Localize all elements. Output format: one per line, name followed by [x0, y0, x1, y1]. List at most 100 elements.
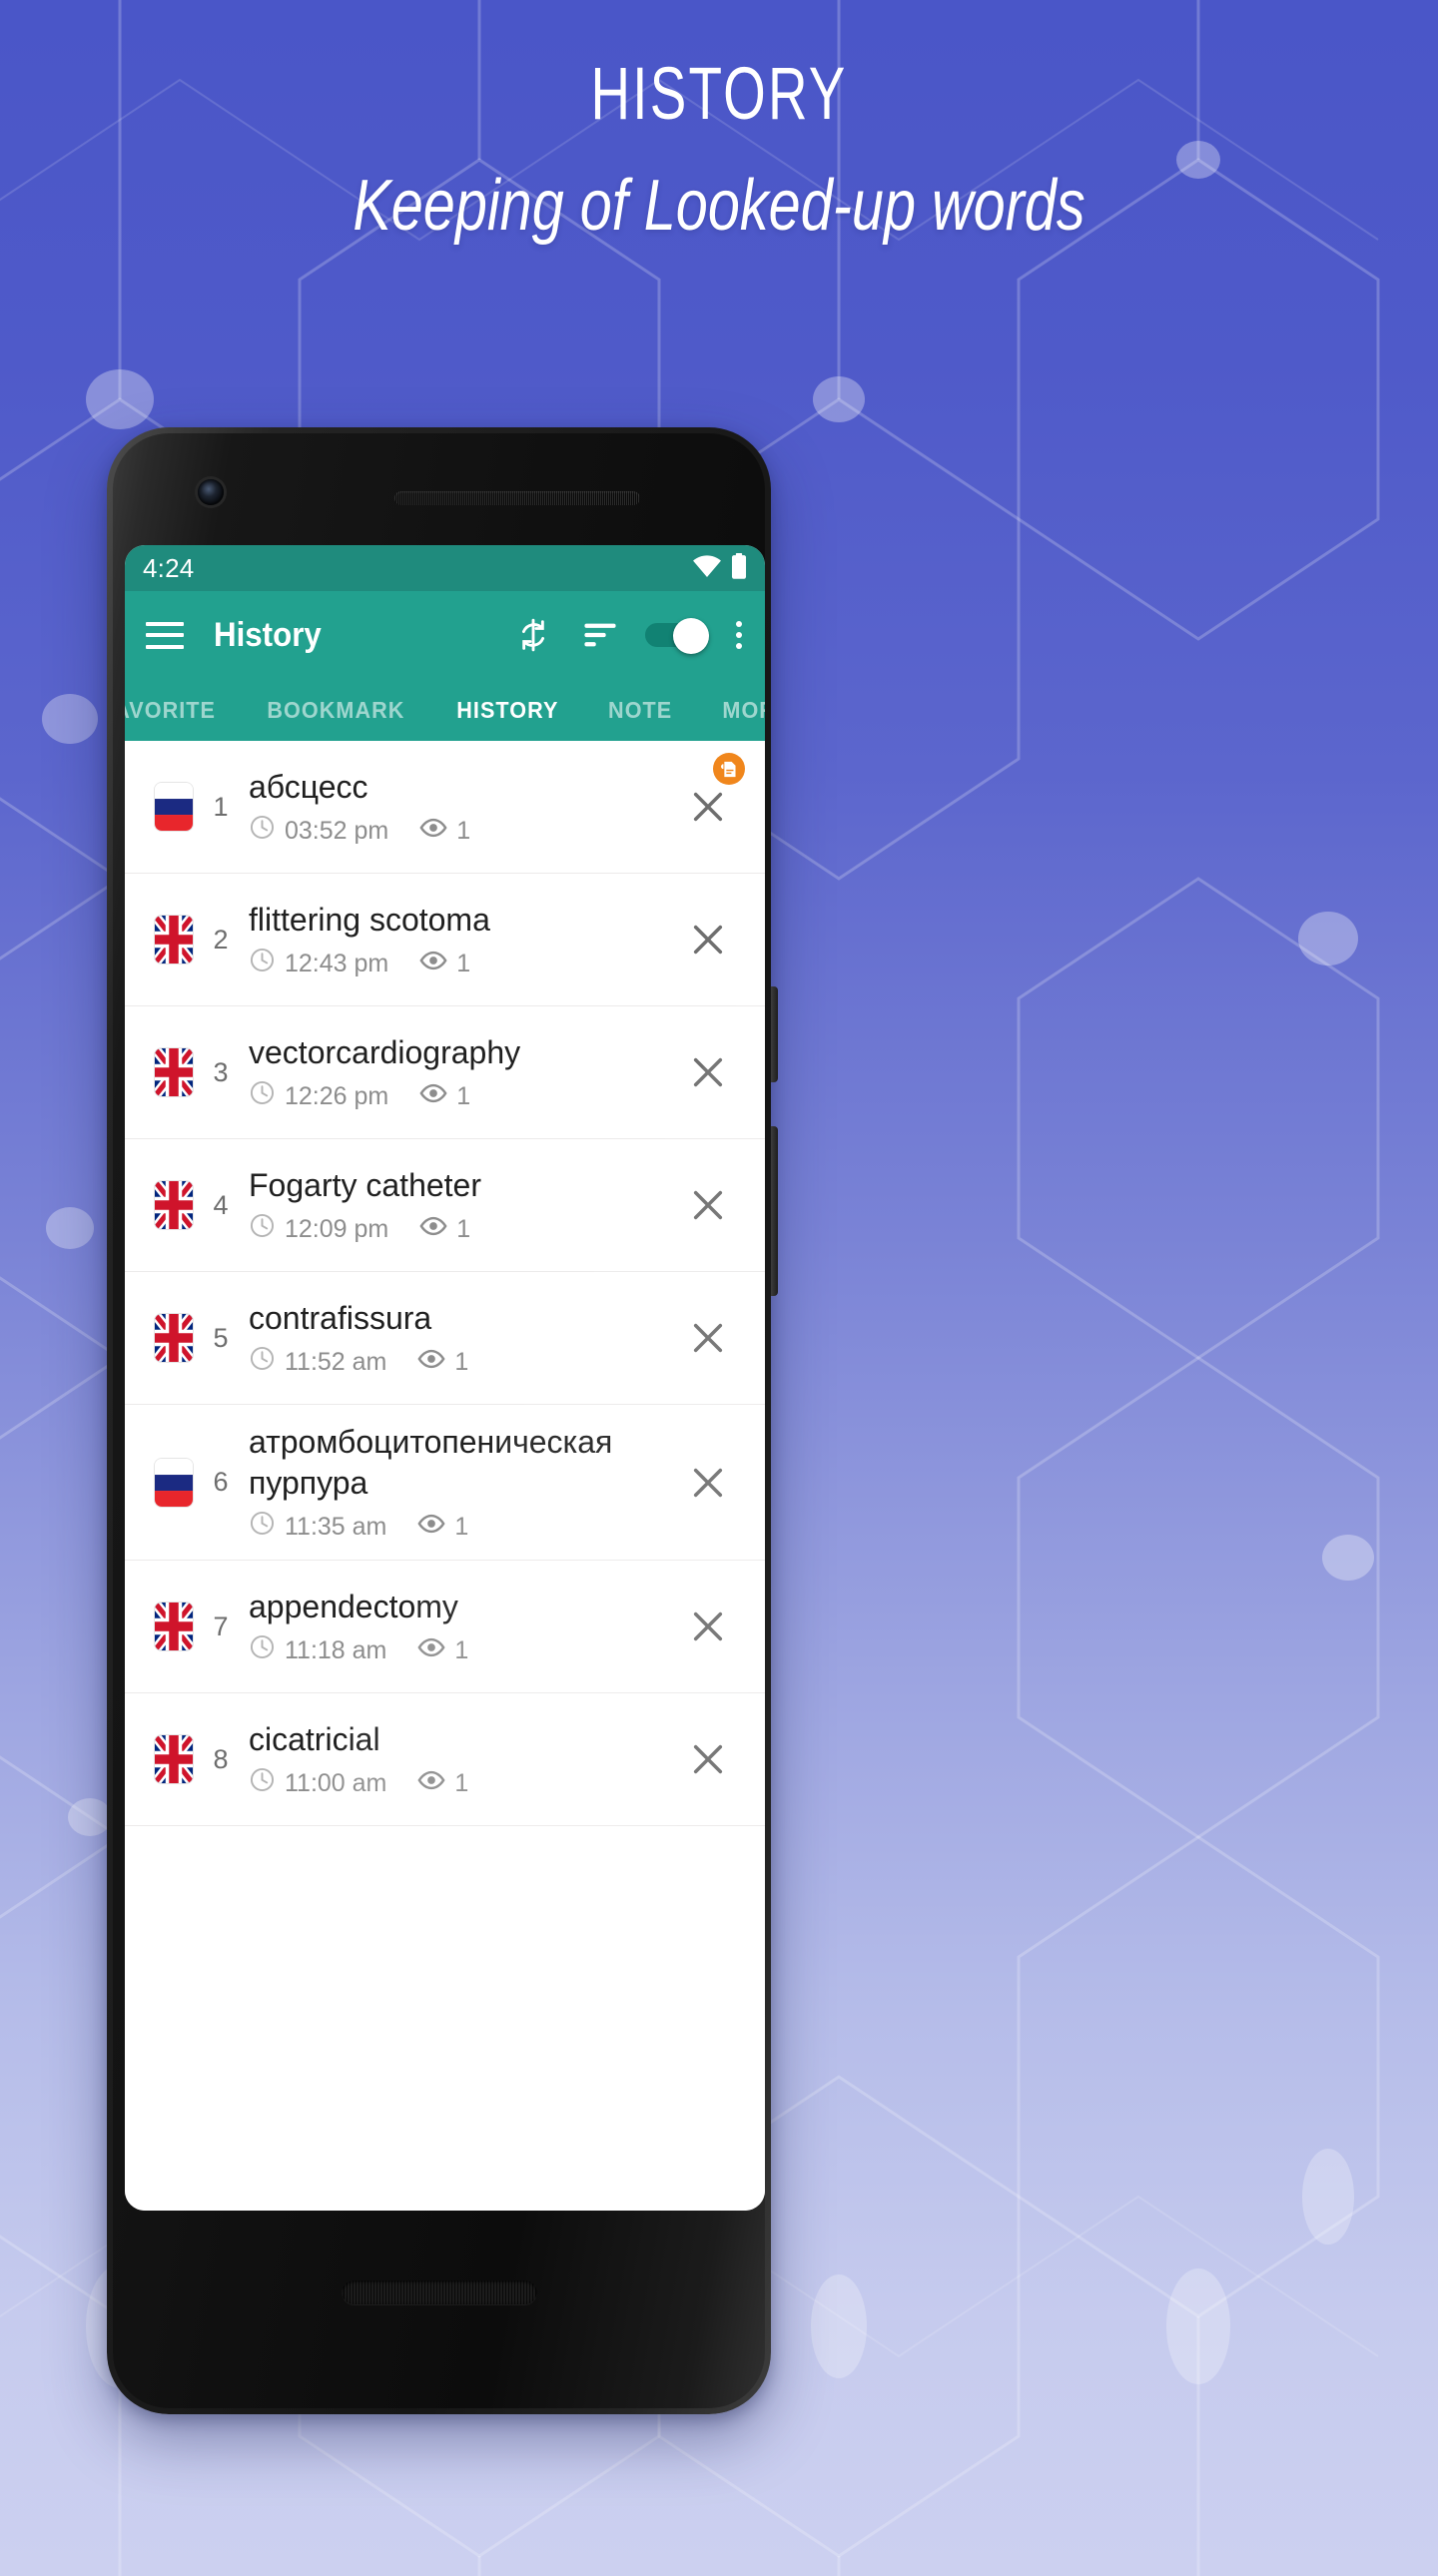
- tab-favorite[interactable]: AVORITE: [125, 697, 237, 724]
- delete-row-button[interactable]: [677, 1596, 739, 1657]
- row-meta: 12:43 pm 1: [249, 947, 677, 980]
- row-time: 11:18 am: [285, 1635, 387, 1664]
- row-meta: 11:35 am 1: [249, 1510, 677, 1544]
- row-index: 6: [213, 1467, 229, 1497]
- eye-views-icon: [417, 1633, 445, 1667]
- hamburger-menu-icon[interactable]: [146, 621, 184, 649]
- uk-flag: [155, 1181, 193, 1229]
- power-button[interactable]: [771, 986, 778, 1082]
- row-meta: 03:52 pm 1: [249, 814, 677, 848]
- clock-icon: [249, 1079, 276, 1112]
- history-list: 1 абсцесс 03:52 pm 1 2 flittering scotoma …: [125, 741, 765, 2211]
- delete-row-button[interactable]: [677, 1041, 739, 1103]
- earpiece-speaker: [394, 491, 640, 505]
- eye-views-icon: [419, 814, 447, 848]
- delete-row-button[interactable]: [677, 909, 739, 970]
- uk-flag: [155, 1048, 193, 1096]
- row-view-count: 1: [454, 1768, 469, 1797]
- delete-row-button[interactable]: [677, 1728, 739, 1790]
- eye-views-icon: [419, 1079, 447, 1113]
- app-bar-title: History: [214, 615, 322, 654]
- russia-flag: [155, 1458, 193, 1507]
- delete-row-button[interactable]: [677, 1452, 739, 1514]
- app-bar: History: [125, 591, 765, 679]
- table-row[interactable]: 8 cicatricial 11:00 am 1: [125, 1693, 765, 1826]
- phone-mockup: 4:24 History VORITE BOOKMARK HISTORY NOT…: [107, 427, 778, 2414]
- phone-screen: 4:24 History VORITE BOOKMARK HISTORY NOT…: [125, 545, 765, 2211]
- row-meta: 11:52 am 1: [249, 1345, 677, 1379]
- tab-more-apps[interactable]: MORE APPS: [702, 697, 765, 724]
- table-row[interactable]: 6 атромбоцитопеническая пурпура 11:35 am …: [125, 1405, 765, 1561]
- russia-flag: [155, 783, 193, 831]
- uk-flag: [155, 916, 193, 964]
- row-index: 2: [213, 924, 229, 955]
- volume-button[interactable]: [771, 1126, 778, 1296]
- row-time: 11:35 am: [285, 1512, 387, 1541]
- row-view-count: 1: [456, 816, 471, 845]
- uk-flag: [155, 1603, 193, 1650]
- eye-views-icon: [417, 1510, 445, 1544]
- row-time: 11:00 am: [285, 1768, 387, 1797]
- clock-icon: [249, 1345, 276, 1378]
- clock-icon: [249, 814, 276, 847]
- eye-views-icon: [419, 1212, 447, 1246]
- row-meta: 12:09 pm 1: [249, 1212, 677, 1246]
- page-title: HISTORY: [590, 52, 848, 135]
- row-index: 3: [213, 1056, 229, 1087]
- row-meta: 11:00 am 1: [249, 1766, 677, 1800]
- row-index: 5: [213, 1322, 229, 1353]
- history-enabled-toggle[interactable]: [645, 618, 709, 654]
- row-time: 12:26 pm: [285, 1081, 389, 1110]
- table-row[interactable]: 4 Fogarty catheter 12:09 pm 1: [125, 1139, 765, 1272]
- table-row[interactable]: 7 appendectomy 11:18 am 1: [125, 1561, 765, 1693]
- uk-flag: [155, 1735, 193, 1783]
- table-row[interactable]: 2 flittering scotoma 12:43 pm 1: [125, 874, 765, 1006]
- row-view-count: 1: [456, 949, 471, 977]
- row-time: 12:09 pm: [285, 1214, 389, 1243]
- row-view-count: 1: [454, 1347, 469, 1376]
- row-index: 4: [213, 1189, 229, 1220]
- row-time: 03:52 pm: [285, 816, 389, 845]
- tab-bar: AVORITE BOOKMARK HISTORY NOTE MORE APPS: [125, 679, 765, 741]
- row-word: appendectomy: [249, 1588, 458, 1624]
- delete-row-button[interactable]: [677, 776, 739, 838]
- tab-bookmark[interactable]: BOOKMARK: [247, 697, 425, 724]
- row-word: flittering scotoma: [249, 901, 490, 938]
- tab-history[interactable]: HISTORY: [436, 697, 580, 724]
- row-index: 8: [213, 1743, 229, 1774]
- clock-icon: [249, 1510, 276, 1543]
- clock-icon: [249, 1633, 276, 1666]
- clock-icon: [249, 947, 276, 979]
- delete-row-button[interactable]: [677, 1307, 739, 1369]
- overflow-menu-icon[interactable]: [730, 621, 748, 649]
- status-bar: 4:24: [125, 545, 765, 591]
- row-index: 1: [213, 791, 229, 822]
- phone-bottom-bezel: [113, 2219, 765, 2408]
- phone-top-bezel: [113, 433, 765, 545]
- eye-views-icon: [417, 1766, 445, 1800]
- row-word: атромбоцитопеническая пурпура: [249, 1423, 613, 1501]
- row-time: 12:43 pm: [285, 949, 389, 977]
- delete-row-button[interactable]: [677, 1174, 739, 1236]
- front-camera-icon: [198, 479, 224, 505]
- tab-note[interactable]: NOTE: [587, 697, 693, 724]
- row-meta: 12:26 pm 1: [249, 1079, 677, 1113]
- row-word: vectorcardiography: [249, 1033, 521, 1070]
- promo-headline-block: HISTORY Keeping of Looked-up words: [0, 48, 1438, 258]
- row-meta: 11:18 am 1: [249, 1633, 677, 1667]
- table-row[interactable]: 1 абсцесс 03:52 pm 1: [125, 741, 765, 874]
- uk-flag: [155, 1314, 193, 1362]
- battery-full-icon: [731, 552, 747, 584]
- eye-views-icon: [419, 947, 447, 980]
- sort-descending-icon[interactable]: [578, 613, 622, 657]
- row-view-count: 1: [454, 1635, 469, 1664]
- page-subtitle: Keeping of Looked-up words: [353, 166, 1085, 246]
- note-document-icon[interactable]: [713, 753, 745, 785]
- sync-refresh-icon[interactable]: [511, 613, 555, 657]
- row-word: Fogarty catheter: [249, 1166, 481, 1203]
- row-view-count: 1: [456, 1081, 471, 1110]
- promo-screenshot: HISTORY Keeping of Looked-up words 4:24: [0, 0, 1438, 2576]
- table-row[interactable]: 3 vectorcardiography 12:26 pm 1: [125, 1006, 765, 1139]
- table-row[interactable]: 5 contrafissura 11:52 am 1: [125, 1272, 765, 1405]
- wifi-icon: [692, 554, 722, 582]
